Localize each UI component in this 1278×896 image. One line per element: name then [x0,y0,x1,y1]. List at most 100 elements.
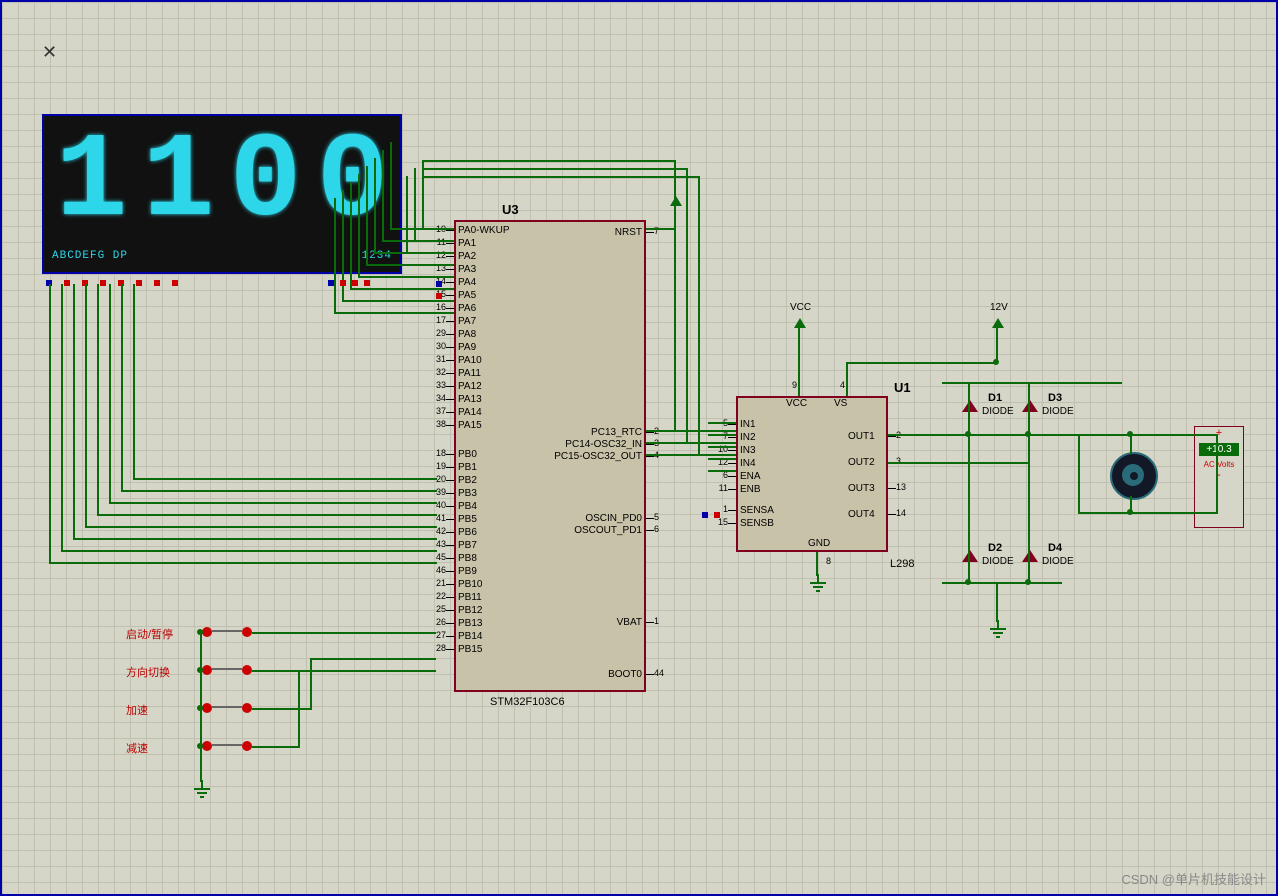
u3-pin-num: 6 [654,524,659,534]
wire [422,160,674,162]
seven-seg-display[interactable]: 1 1 0 0 ABCDEFG DP 1234 [42,114,402,274]
wire [49,284,51,564]
wire [942,582,1062,584]
meter-plus: + [1195,427,1243,439]
u3-pin-name: PA4 [458,277,476,288]
u3-pin-num: 38 [428,419,446,429]
u3-pin-name: OSCOUT_PD1 [536,525,642,536]
u3-pin-name: NRST [536,227,642,238]
wire [298,670,300,748]
u3-pin-num: 46 [428,565,446,575]
button-start-stop[interactable] [202,624,252,640]
d1-ref: D1 [988,392,1002,404]
wire [61,550,437,552]
wire [350,182,352,290]
u3-pin-num: 17 [428,315,446,325]
wire [252,632,436,634]
dc-motor[interactable] [1110,452,1158,500]
u3-pin-num: 26 [428,617,446,627]
close-icon[interactable]: ✕ [42,42,57,63]
wire [374,252,454,254]
12v-arrow-icon [992,318,1004,328]
wire [846,362,998,364]
wire [366,264,454,266]
wire [646,454,736,456]
u3-pin-name: PA10 [458,355,482,366]
u3-pin-name: PB11 [458,592,482,603]
u3-pin-num: 34 [428,393,446,403]
wire [97,514,437,516]
d1-part: DIODE [982,406,1014,417]
wire [49,562,437,564]
u3-pin-num: 37 [428,406,446,416]
u3-pin-name: OSCIN_PD0 [536,513,642,524]
wire [350,288,454,290]
wire [358,174,360,278]
wire [298,670,436,672]
wire [310,658,312,710]
u3-pin-name: BOOT0 [536,669,642,680]
wire [1078,434,1218,436]
d3-part: DIODE [1042,406,1074,417]
button-direction[interactable] [202,662,252,678]
d4-ref: D4 [1048,542,1062,554]
u3-ref: U3 [502,202,519,217]
u3-part: STM32F103C6 [490,696,565,708]
wire [133,478,437,480]
wire [334,312,454,314]
wire [342,300,454,302]
wire [374,158,376,254]
wire [73,284,75,540]
u3-pin-name: PB10 [458,579,482,590]
wire [1028,382,1030,582]
u3-pin-name: PB6 [458,527,477,538]
schematic-canvas[interactable]: ✕ 1 1 0 0 ABCDEFG DP 1234 U3 STM32F103C6… [0,0,1278,896]
wire [406,176,408,254]
wire [366,166,368,266]
wire [121,284,123,492]
wire [1078,512,1218,514]
wire [708,422,736,424]
wire [252,708,312,710]
u3-pin-num: 11 [428,237,446,247]
wire [1216,434,1218,514]
wire [708,458,736,460]
wire [942,382,1122,384]
wire [996,582,998,622]
u3-pin-name: PB7 [458,540,477,551]
u3-pin-name: PB1 [458,462,477,473]
wire [646,228,676,230]
u3-pin-name: PA3 [458,264,476,275]
wire [133,284,135,480]
wire [646,442,736,444]
u3-pin-name: PA9 [458,342,476,353]
u3-pin-name: PB13 [458,618,482,629]
wire [109,284,111,504]
d3-ref: D3 [1048,392,1062,404]
vcc-label: VCC [790,302,811,313]
u3-pin-num: 44 [654,668,664,678]
u3-pin-name: PA6 [458,303,476,314]
u3-pin-name: PB3 [458,488,477,499]
u3-pin-num: 19 [428,461,446,471]
gnd-u1 [810,582,826,592]
wire [358,276,454,278]
u3-pin-num: 32 [428,367,446,377]
button-speed-up[interactable] [202,700,252,716]
button-speed-down[interactable] [202,738,252,754]
u3-pin-name: PC13_RTC [536,427,642,438]
u3-pin-num: 45 [428,552,446,562]
u3-pin-name: PA11 [458,368,481,379]
wire [109,502,437,504]
u3-pin-num: 29 [428,328,446,338]
wire [1078,434,1080,514]
u3-pin-name: PA13 [458,394,482,405]
vcc-arrow-icon [794,318,806,328]
wire [97,284,99,516]
u3-pin-num: 31 [428,354,446,364]
u3-pin-name: VBAT [536,617,642,628]
gnd-diodes [990,628,1006,638]
wire [390,142,392,230]
u1-ref: U1 [894,380,911,395]
u3-pin-name: PA14 [458,407,482,418]
